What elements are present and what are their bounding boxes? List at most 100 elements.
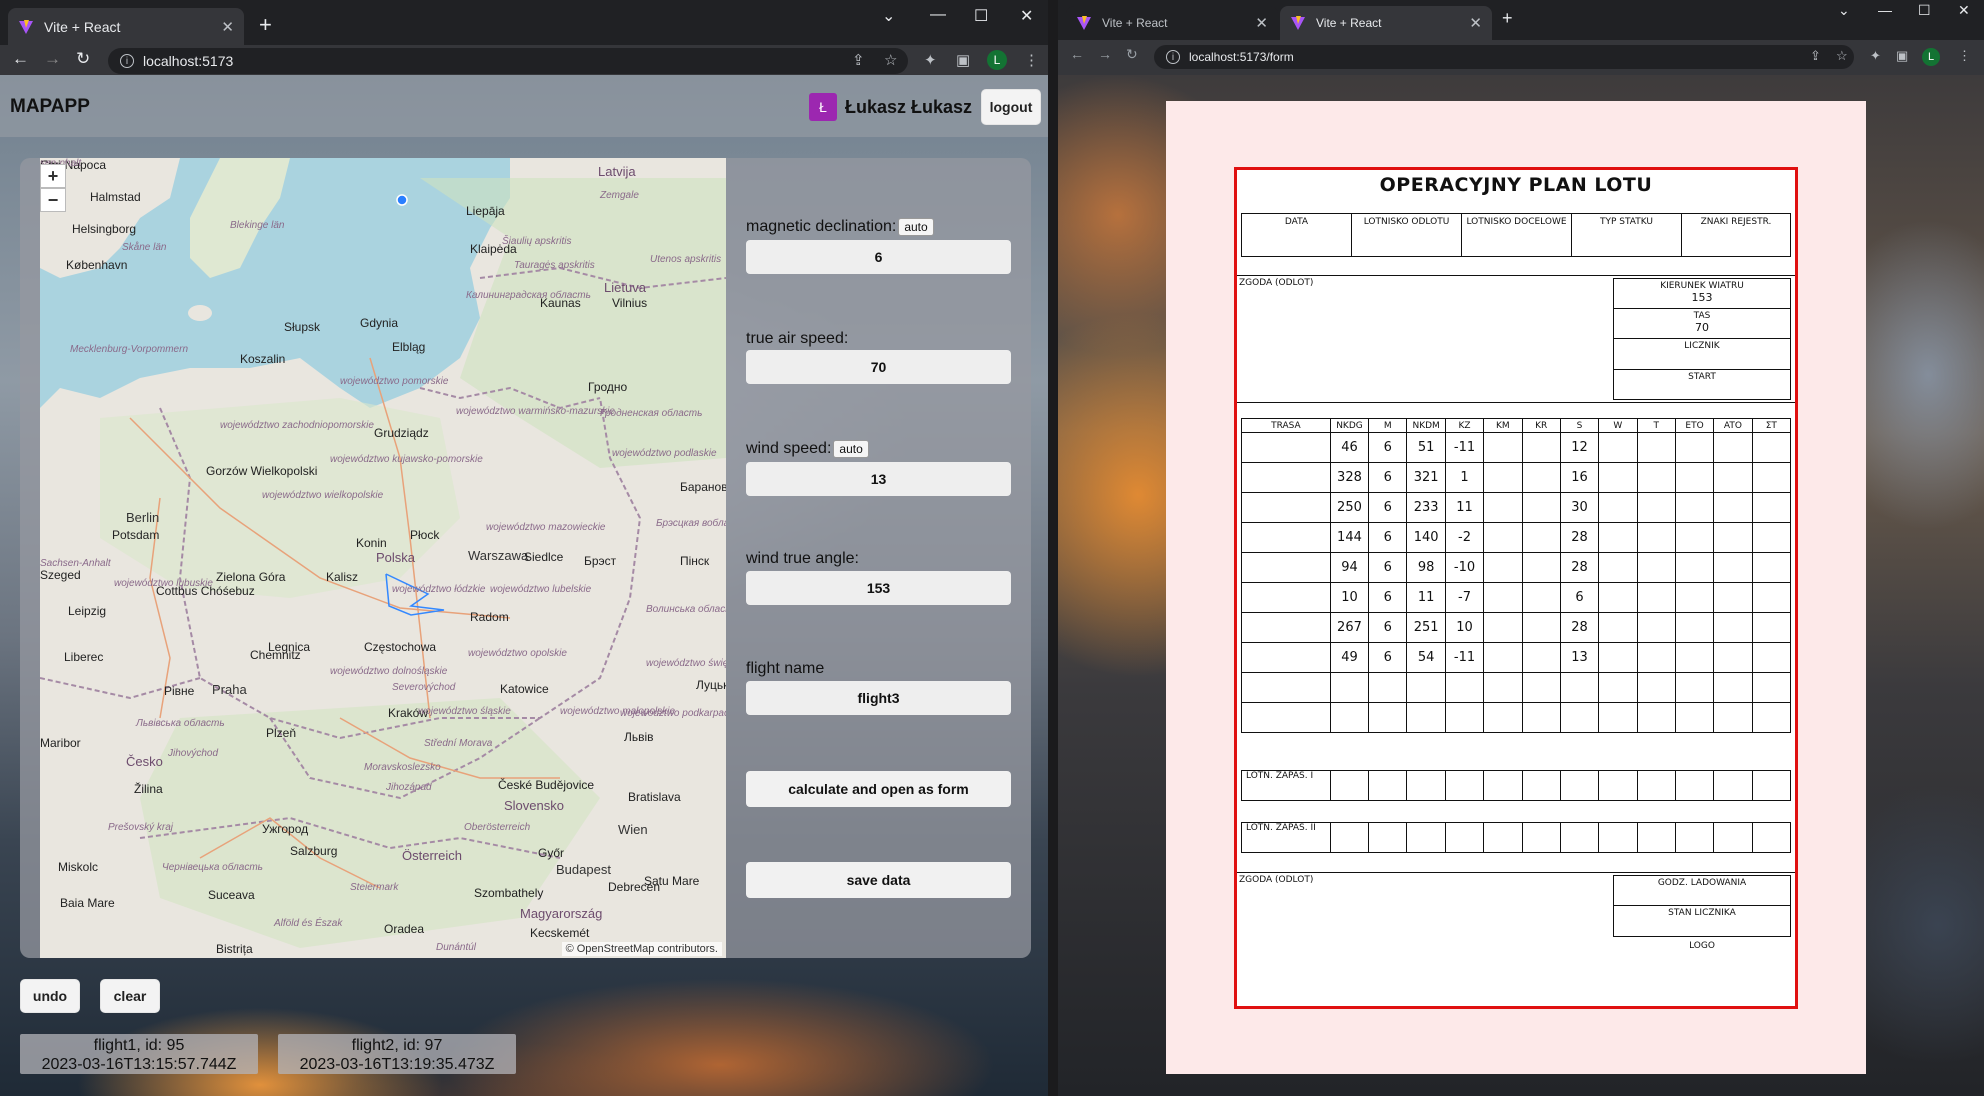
close-window-icon[interactable]: ✕ [1958, 2, 1970, 19]
flight-plan-form: OPERACYJNY PLAN LOTU DATA LOTNISKO ODLOT… [1234, 167, 1798, 1009]
zoom-out-button[interactable]: − [40, 188, 66, 212]
bookmark-star-icon[interactable]: ☆ [884, 51, 897, 69]
route-cell: 49 [1329, 642, 1370, 673]
extensions-icon[interactable]: ✦ [1870, 48, 1881, 64]
wind-speed-auto-button[interactable]: auto [833, 440, 869, 458]
url-field[interactable]: i localhost:5173 [108, 48, 908, 74]
minimize-icon[interactable]: — [930, 6, 946, 24]
flight-name-input[interactable]: flight3 [746, 681, 1011, 715]
map-label: Vilnius [612, 296, 648, 310]
close-tab-icon[interactable]: ✕ [1255, 14, 1268, 32]
route-header-row: TRASA NKDG M NKDM KZ KM KR S W T ETO ATO ΣT [1241, 418, 1792, 433]
route-header-cell: ETO [1674, 418, 1715, 433]
route-cell [1751, 582, 1792, 613]
mag-decl-auto-button[interactable]: auto [898, 218, 934, 236]
new-tab-icon[interactable]: + [1502, 8, 1513, 29]
map-label: Калининградская область [466, 290, 591, 301]
map-label: Gdynia [360, 316, 399, 330]
saved-flight-card[interactable]: flight1, id: 95 2023-03-16T13:15:57.744Z [20, 1034, 258, 1074]
map-label: Maribor [40, 736, 81, 750]
zoom-in-button[interactable]: + [40, 164, 66, 188]
user-name: Łukasz Łukasz [845, 97, 973, 117]
reload-icon[interactable]: ↻ [1126, 46, 1138, 63]
close-window-icon[interactable]: ✕ [1020, 6, 1033, 26]
route-row: 144 6 140 -2 28 [1241, 522, 1792, 553]
wind-speed-input[interactable]: 13 [746, 462, 1011, 496]
route-cell [1713, 612, 1753, 643]
mag-decl-input[interactable]: 6 [746, 240, 1011, 274]
route-cell [1241, 492, 1331, 523]
saved-flight-card[interactable]: flight2, id: 97 2023-03-16T13:19:35.473Z [278, 1034, 516, 1074]
site-info-icon[interactable]: i [1166, 50, 1180, 64]
close-tab-icon[interactable]: ✕ [1469, 14, 1482, 32]
maximize-icon[interactable]: ☐ [1918, 2, 1931, 19]
map-label: Severovýchod [392, 682, 456, 693]
save-data-button[interactable]: save data [746, 862, 1011, 898]
tab-vite-react-active[interactable]: Vite + React ✕ [1280, 6, 1492, 40]
url-field[interactable]: i localhost:5173/form [1154, 45, 1854, 69]
alternate-cell [1521, 770, 1561, 801]
map-label: Bratislava [628, 790, 681, 804]
bookmark-star-icon[interactable]: ☆ [1836, 48, 1848, 64]
map-label: Moravskoslezsko [364, 762, 441, 773]
route-cell: 251 [1406, 612, 1446, 643]
route-cell: 6 [1368, 462, 1408, 493]
route-header-cell: KZ [1444, 418, 1485, 433]
route-cell [1406, 702, 1446, 733]
tab-vite-react[interactable]: Vite + React ✕ [8, 8, 244, 45]
route-row: 250 6 233 11 30 [1241, 492, 1792, 523]
map-label: województwo wielkopolskie [262, 490, 384, 501]
alternate-cell [1368, 770, 1408, 801]
side-panel-icon[interactable]: ▣ [1896, 48, 1908, 64]
site-info-icon[interactable]: i [120, 54, 134, 68]
header-cell: LOTNISKO DOCELOWE [1462, 214, 1572, 256]
tab-vite-react[interactable]: Vite + React ✕ [1066, 6, 1278, 40]
route-table: TRASA NKDG M NKDM KZ KM KR S W T ETO ATO ΣT 46 6 51 -11… [1241, 418, 1792, 733]
profile-avatar[interactable]: L [1922, 48, 1940, 66]
menu-icon[interactable]: ⋮ [1024, 51, 1039, 69]
wind-angle-input[interactable]: 153 [746, 571, 1011, 605]
share-icon[interactable]: ⇪ [852, 51, 865, 69]
map-label: województwo zachodniopomorskie [220, 420, 374, 431]
tab-search-icon[interactable]: ⌄ [882, 6, 895, 26]
menu-icon[interactable]: ⋮ [1958, 48, 1971, 64]
tas-cell: TAS 70 [1614, 309, 1790, 339]
close-tab-icon[interactable]: ✕ [221, 18, 234, 36]
logout-button[interactable]: logout [981, 89, 1041, 125]
clear-button[interactable]: clear [100, 979, 160, 1013]
route-row: 94 6 98 -10 28 [1241, 552, 1792, 583]
forward-icon[interactable]: → [44, 49, 61, 69]
alternate-cell [1444, 822, 1485, 853]
map-label: Гродно [588, 380, 628, 394]
route-cell: 6 [1368, 522, 1408, 553]
profile-avatar[interactable]: L [987, 50, 1007, 70]
map-label: Konin [356, 536, 387, 550]
map[interactable]: Latvija Halmstad Zemgale Liepāja Helsingborg… [40, 158, 726, 958]
route-cell [1483, 642, 1523, 673]
tab-search-icon[interactable]: ⌄ [1838, 2, 1850, 19]
map-label: Miskolc [58, 860, 99, 874]
share-icon[interactable]: ⇪ [1810, 48, 1821, 64]
reload-icon[interactable]: ↻ [76, 49, 90, 69]
side-panel-icon[interactable]: ▣ [956, 51, 970, 69]
route-header-cell: ATO [1713, 418, 1753, 433]
tas-input[interactable]: 70 [746, 350, 1011, 384]
maximize-icon[interactable]: ☐ [974, 6, 988, 26]
alternate-cell [1329, 822, 1370, 853]
tab-title: Vite + React [44, 18, 121, 35]
extensions-icon[interactable]: ✦ [924, 51, 937, 69]
route-cell [1521, 522, 1561, 553]
map-label: Baia Mare [60, 896, 115, 910]
route-cell [1674, 612, 1715, 643]
saved-flight-name: flight2, id: 97 [351, 1037, 443, 1054]
forward-icon[interactable]: → [1098, 46, 1112, 62]
back-icon[interactable]: ← [12, 49, 29, 69]
undo-button[interactable]: undo [20, 979, 80, 1013]
saved-flight-date: 2023-03-16T13:15:57.744Z [41, 1056, 237, 1073]
saved-flight-name: flight1, id: 95 [93, 1037, 185, 1054]
minimize-icon[interactable]: — [1878, 2, 1892, 18]
new-tab-icon[interactable]: + [259, 12, 272, 38]
route-cell [1598, 642, 1638, 673]
calculate-open-form-button[interactable]: calculate and open as form [746, 771, 1011, 807]
back-icon[interactable]: ← [1070, 46, 1084, 62]
